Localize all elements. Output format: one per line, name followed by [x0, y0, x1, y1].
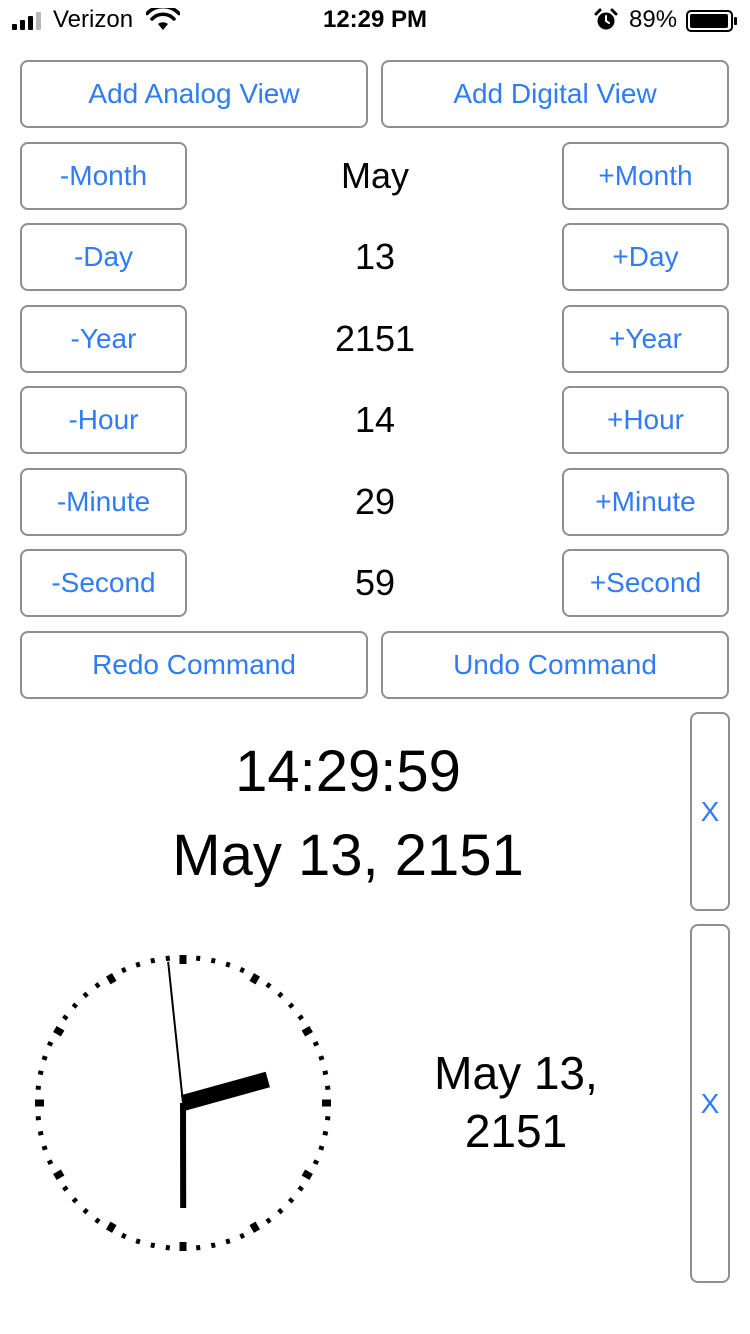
minute-tick-mark	[94, 982, 101, 989]
minute-tick-mark	[62, 1014, 69, 1021]
digital-date: May 13, 2151	[172, 823, 524, 888]
add-analog-view-button[interactable]: Add Analog View	[20, 60, 368, 128]
hour-tick-mark	[105, 973, 117, 985]
minute-tick-mark	[195, 1245, 201, 1251]
analog-date-line-1: May 13,	[434, 1047, 598, 1099]
minute-tick-mark	[210, 1242, 216, 1249]
hour-hand	[180, 1071, 270, 1111]
alarm-icon	[594, 8, 618, 30]
minute-tick-mark	[297, 1014, 304, 1021]
minute-tick-mark	[94, 1217, 101, 1224]
minute-tick-mark	[165, 1245, 171, 1251]
minute-tick-mark	[82, 991, 89, 999]
hour-tick-mark	[249, 1221, 261, 1233]
hour-tick-mark	[301, 1169, 313, 1181]
minute-tick-mark	[120, 1232, 127, 1240]
month-value: May	[340, 155, 409, 196]
increment-minute-button[interactable]: +Minute	[562, 468, 729, 536]
minute-value: 29	[354, 481, 396, 522]
minute-tick-mark	[62, 1185, 69, 1192]
decrement-second-button[interactable]: -Second	[20, 549, 187, 617]
minute-tick-mark	[37, 1070, 44, 1076]
minute-tick-mark	[82, 1207, 89, 1215]
minute-tick-mark	[35, 1115, 41, 1121]
hour-tick-mark	[35, 1099, 44, 1107]
hour-tick-mark	[179, 955, 187, 964]
minute-tick-mark	[277, 1207, 284, 1215]
minute-tick-mark	[322, 1130, 329, 1136]
year-value: 2151	[334, 318, 416, 359]
hour-value: 14	[354, 399, 396, 440]
increment-year-button[interactable]: +Year	[562, 305, 729, 373]
minute-tick-mark	[71, 1002, 79, 1009]
decrement-hour-button[interactable]: -Hour	[20, 386, 187, 454]
minute-tick-mark	[225, 1238, 231, 1245]
hour-tick-mark	[53, 1025, 65, 1037]
minute-tick-mark	[165, 955, 171, 961]
hour-tick-mark	[53, 1169, 65, 1181]
decrement-year-button[interactable]: -Year	[20, 305, 187, 373]
minute-tick-mark	[318, 1055, 325, 1061]
increment-month-button[interactable]: +Month	[562, 142, 729, 210]
analog-date-line-2: 2151	[464, 1105, 568, 1157]
analog-clock-face	[35, 955, 331, 1251]
minute-tick-mark	[287, 1197, 295, 1204]
minute-tick-mark	[287, 1002, 295, 1009]
minute-tick-mark	[312, 1040, 320, 1047]
add-digital-view-button[interactable]: Add Digital View	[381, 60, 729, 128]
minute-tick-mark	[239, 966, 246, 974]
remove-analog-view-button[interactable]: X	[690, 924, 730, 1283]
increment-second-button[interactable]: +Second	[562, 549, 729, 617]
increment-day-button[interactable]: +Day	[562, 223, 729, 291]
decrement-minute-button[interactable]: -Minute	[20, 468, 187, 536]
remove-digital-view-button[interactable]: X	[690, 712, 730, 911]
minute-tick-mark	[325, 1115, 331, 1121]
minute-tick-mark	[37, 1130, 44, 1136]
minute-tick-mark	[265, 1217, 272, 1224]
minute-tick-mark	[225, 961, 231, 968]
minute-tick-mark	[297, 1185, 304, 1192]
hour-tick-mark	[179, 1242, 187, 1251]
minute-tick-mark	[135, 1238, 141, 1245]
redo-command-button[interactable]: Redo Command	[20, 631, 368, 699]
minute-tick-mark	[71, 1197, 79, 1204]
minute-tick-mark	[195, 955, 201, 961]
minute-tick-mark	[322, 1070, 329, 1076]
day-value: 13	[354, 236, 396, 277]
minute-tick-mark	[265, 982, 272, 989]
decrement-day-button[interactable]: -Day	[20, 223, 187, 291]
analog-date: May 13, 2151	[400, 1044, 632, 1160]
battery-percent: 89%	[629, 6, 678, 33]
undo-command-button[interactable]: Undo Command	[381, 631, 729, 699]
increment-hour-button[interactable]: +Hour	[562, 386, 729, 454]
minute-tick-mark	[210, 957, 216, 964]
decrement-month-button[interactable]: -Month	[20, 142, 187, 210]
minute-tick-mark	[46, 1159, 54, 1166]
hour-tick-mark	[301, 1025, 313, 1037]
second-hand	[167, 961, 184, 1104]
minute-tick-mark	[41, 1145, 48, 1151]
hour-tick-mark	[249, 973, 261, 985]
minute-tick-mark	[150, 1242, 156, 1249]
minute-tick-mark	[312, 1159, 320, 1166]
minute-tick-mark	[35, 1085, 41, 1091]
minute-tick-mark	[46, 1040, 54, 1047]
hour-tick-mark	[322, 1099, 331, 1107]
minute-tick-mark	[135, 961, 141, 968]
minute-tick-mark	[318, 1145, 325, 1151]
minute-tick-mark	[277, 991, 284, 999]
minute-tick-mark	[325, 1085, 331, 1091]
minute-tick-mark	[239, 1232, 246, 1240]
minute-tick-mark	[41, 1055, 48, 1061]
battery-icon	[686, 10, 737, 32]
digital-time: 14:29:59	[235, 739, 461, 804]
second-value: 59	[354, 562, 396, 603]
hour-tick-mark	[105, 1221, 117, 1233]
status-bar: Verizon 12:29 PM 89%	[0, 0, 750, 40]
minute-tick-mark	[120, 966, 127, 974]
minute-tick-mark	[150, 957, 156, 964]
